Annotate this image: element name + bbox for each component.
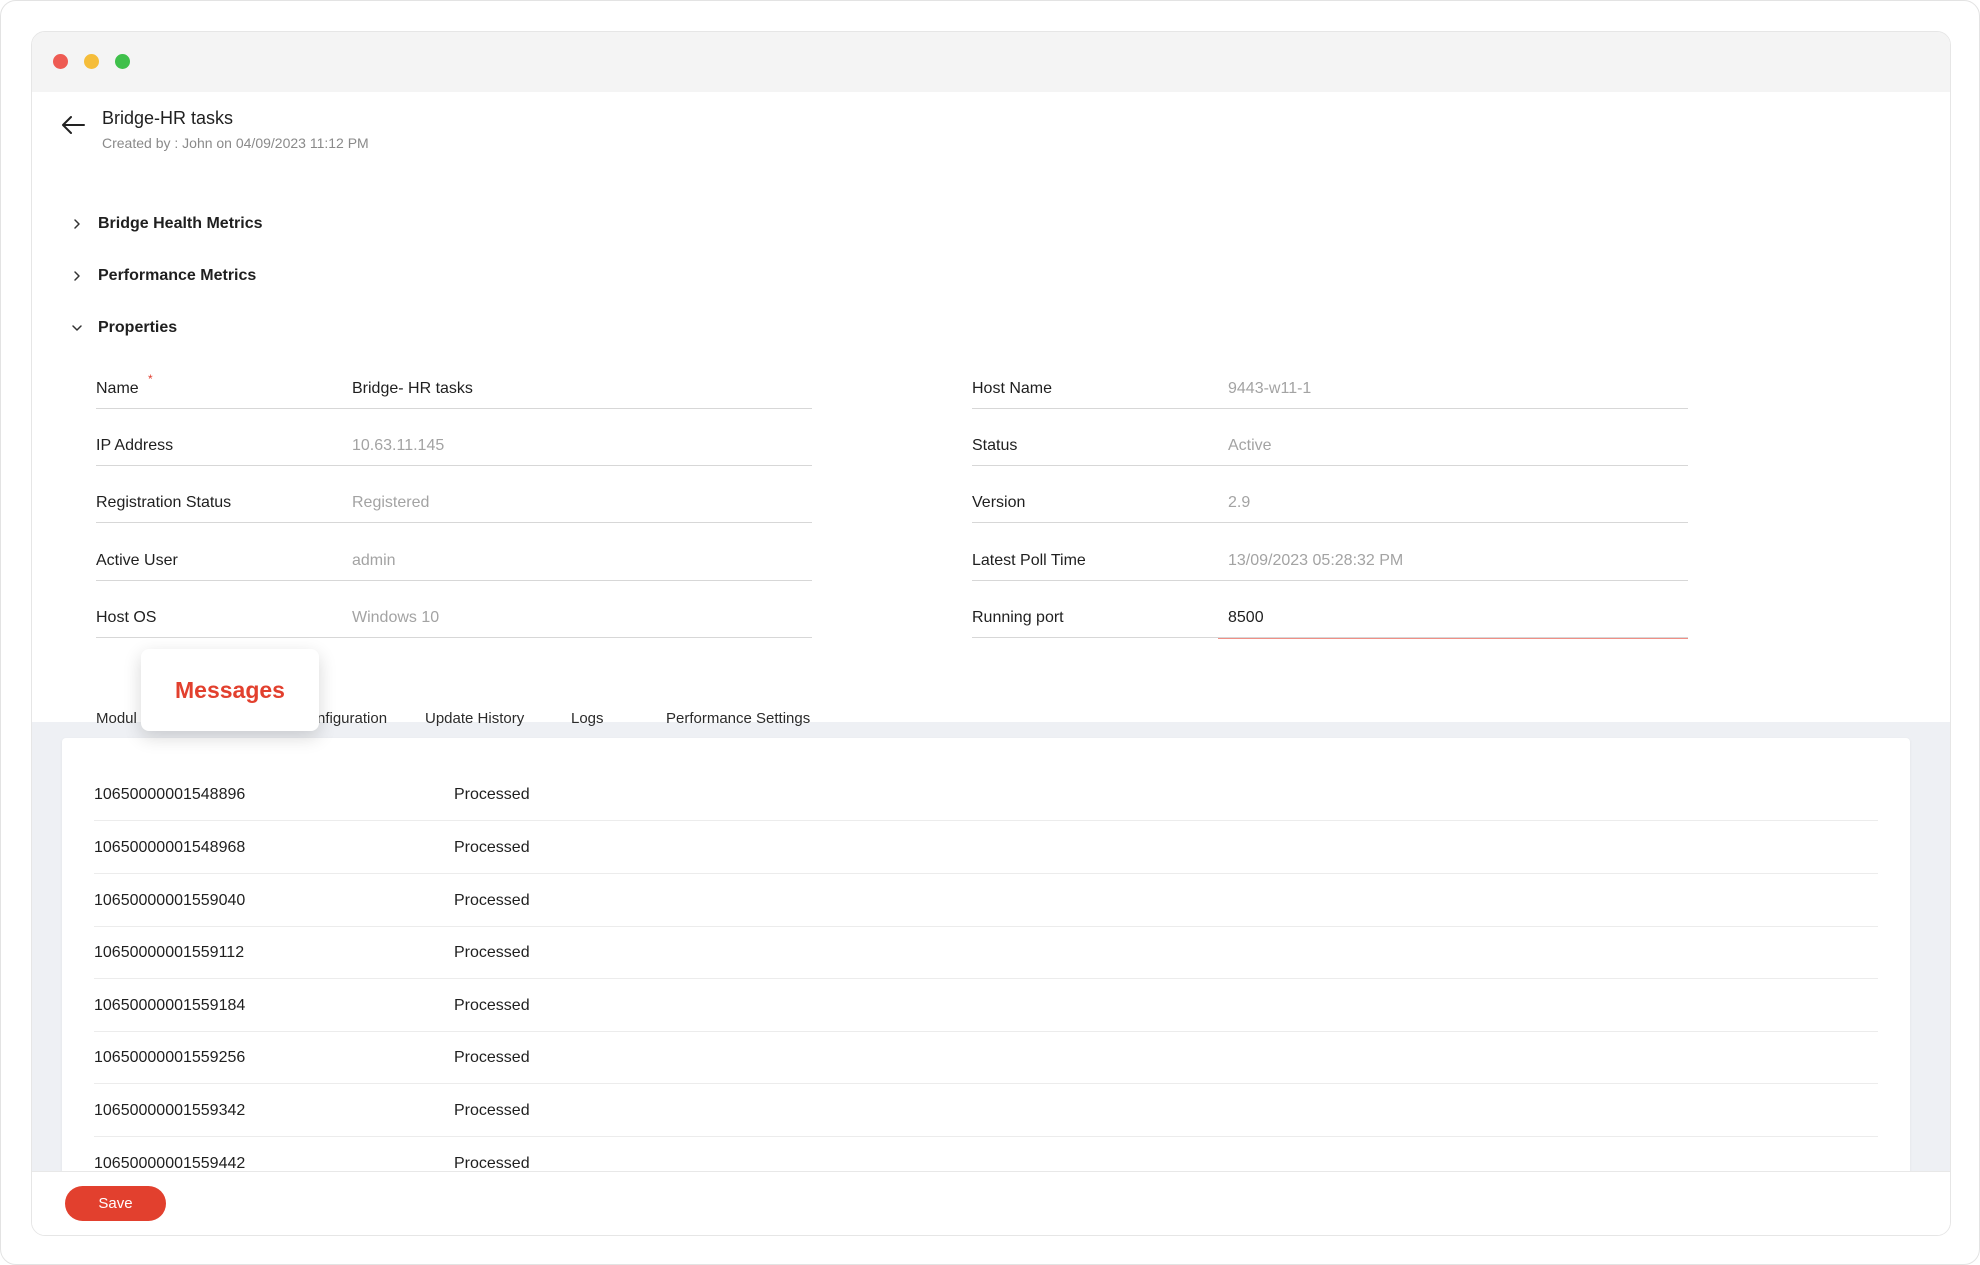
message-row[interactable]: 10650000001559342 Processed — [94, 1084, 1878, 1137]
property-value: admin — [352, 552, 396, 569]
tab-update-history[interactable]: Update History — [425, 710, 524, 727]
page-title: Bridge-HR tasks — [102, 108, 234, 128]
property-label: Registration Status — [96, 494, 232, 511]
property-label: Latest Poll Time — [972, 552, 1086, 569]
message-status: Processed — [454, 997, 530, 1014]
property-label: Host Name — [972, 380, 1053, 397]
message-id: 10650000001559256 — [94, 1049, 246, 1066]
property-version: Version 2.9 — [972, 478, 1688, 523]
required-marker: * — [148, 372, 153, 386]
section-performance-metrics[interactable]: Performance Metrics — [70, 264, 256, 288]
save-button[interactable]: Save — [65, 1186, 166, 1221]
property-running-port: Running port 8500 — [972, 593, 1688, 638]
property-value: Active — [1228, 437, 1272, 454]
app-window: Bridge-HR tasks Created by : John on 04/… — [31, 31, 1951, 1236]
window-titlebar — [32, 32, 1950, 92]
message-row[interactable]: 10650000001559256 Processed — [94, 1031, 1878, 1084]
property-registration-status: Registration Status Registered — [96, 478, 812, 523]
section-title: Bridge Health Metrics — [98, 215, 263, 232]
footer-bar: Save — [32, 1171, 1950, 1235]
property-label: IP Address — [96, 437, 174, 454]
messages-card: 10650000001548896 Processed 106500000015… — [62, 738, 1910, 1208]
running-port-input[interactable]: 8500 — [1228, 609, 1264, 627]
chevron-right-icon — [74, 219, 80, 229]
tab-performance-settings[interactable]: Performance Settings — [666, 710, 810, 727]
property-label: Host OS — [96, 609, 157, 626]
property-label: Version — [972, 494, 1026, 511]
section-title: Properties — [98, 319, 178, 336]
message-row[interactable]: 10650000001548968 Processed — [94, 821, 1878, 874]
chevron-down-icon — [72, 325, 82, 331]
message-id: 10650000001548968 — [94, 839, 246, 856]
message-status: Processed — [454, 944, 530, 961]
message-id: 10650000001559040 — [94, 892, 246, 909]
message-row[interactable]: 10650000001548896 Processed — [94, 768, 1878, 821]
property-value: 2.9 — [1228, 494, 1251, 511]
property-label: Status — [972, 437, 1018, 454]
property-active-user: Active User admin — [96, 536, 812, 581]
property-label: Active User — [96, 552, 178, 569]
tab-logs[interactable]: Logs — [571, 710, 604, 727]
property-label: Name — [96, 380, 139, 397]
message-id: 10650000001548896 — [94, 786, 246, 803]
section-properties[interactable]: Properties — [70, 316, 177, 340]
tab-messages[interactable]: Messages — [141, 649, 319, 731]
property-value: 13/09/2023 05:28:32 PM — [1228, 552, 1404, 569]
message-id: 10650000001559112 — [94, 944, 245, 961]
message-row[interactable]: 10650000001559112 Processed — [94, 926, 1878, 979]
property-status: Status Active — [972, 421, 1688, 466]
message-status: Processed — [454, 839, 530, 856]
message-row[interactable]: 10650000001559040 Processed — [94, 874, 1878, 927]
message-id: 10650000001559342 — [94, 1102, 246, 1119]
tab-modules[interactable]: Modul — [96, 710, 137, 727]
property-name: Name * Bridge- HR tasks — [96, 364, 812, 409]
chevron-right-icon — [74, 271, 80, 281]
section-title: Performance Metrics — [98, 267, 257, 284]
close-window-button[interactable] — [53, 54, 68, 69]
property-ip-address: IP Address 10.63.11.145 — [96, 421, 812, 466]
message-id: 10650000001559184 — [94, 997, 246, 1014]
property-host-os: Host OS Windows 10 — [96, 593, 812, 638]
screenshot-frame: Bridge-HR tasks Created by : John on 04/… — [0, 0, 1980, 1265]
message-status: Processed — [454, 892, 530, 909]
property-latest-poll-time: Latest Poll Time 13/09/2023 05:28:32 PM — [972, 536, 1688, 581]
property-value: 10.63.11.145 — [352, 437, 445, 454]
message-status: Processed — [454, 1102, 530, 1119]
tab-configuration[interactable]: nfiguration — [317, 710, 387, 727]
property-label: Running port — [972, 609, 1064, 626]
property-value: Registered — [352, 494, 430, 511]
name-input[interactable]: Bridge- HR tasks — [352, 380, 473, 398]
minimize-window-button[interactable] — [84, 54, 99, 69]
message-row[interactable]: 10650000001559184 Processed — [94, 979, 1878, 1032]
focused-field-underline — [1218, 638, 1688, 639]
message-status: Processed — [454, 1049, 530, 1066]
maximize-window-button[interactable] — [115, 54, 130, 69]
property-host-name: Host Name 9443-w11-1 — [972, 364, 1688, 409]
property-value: 9443-w11-1 — [1228, 380, 1312, 397]
section-bridge-health-metrics[interactable]: Bridge Health Metrics — [70, 212, 262, 236]
page-subtitle: Created by : John on 04/09/2023 11:12 PM — [102, 135, 369, 151]
message-status: Processed — [454, 786, 530, 803]
property-value: Windows 10 — [352, 609, 440, 626]
back-arrow-icon[interactable] — [60, 114, 86, 136]
